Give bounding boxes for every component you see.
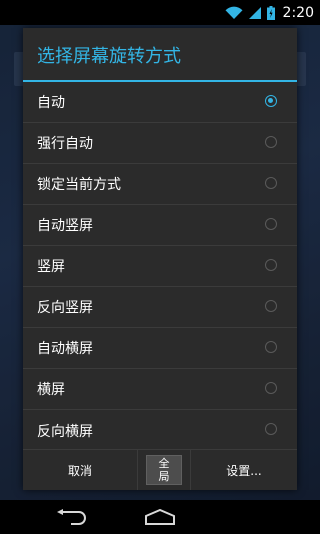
rotation-dialog: 选择屏幕旋转方式 自动 强行自动 锁定当前方式 自动竖屏 竖屏 反向竖屏 自动横…: [23, 28, 297, 490]
option-auto[interactable]: 自动: [23, 82, 297, 123]
option-lock-current[interactable]: 锁定当前方式: [23, 164, 297, 205]
radio-unchecked-icon[interactable]: [265, 382, 277, 394]
status-clock: 2:20: [282, 4, 314, 21]
global-button-label-line1: 全: [158, 457, 170, 470]
option-label: 反向横屏: [37, 423, 93, 440]
option-label: 自动竖屏: [37, 218, 93, 234]
signal-icon: [248, 6, 261, 19]
status-bar: 2:20: [0, 0, 320, 25]
option-portrait[interactable]: 竖屏: [23, 246, 297, 287]
wifi-icon: [225, 6, 243, 19]
option-reverse-portrait[interactable]: 反向竖屏: [23, 287, 297, 328]
option-reverse-landscape[interactable]: 反向横屏: [23, 410, 297, 451]
dialog-button-bar: 取消 全 局 设置...: [23, 449, 297, 490]
option-label: 锁定当前方式: [37, 177, 121, 193]
option-auto-portrait[interactable]: 自动竖屏: [23, 205, 297, 246]
option-label: 强行自动: [37, 136, 93, 152]
option-force-auto[interactable]: 强行自动: [23, 123, 297, 164]
navigation-bar: [0, 500, 320, 534]
home-icon[interactable]: [143, 509, 177, 525]
global-button-label-line2: 局: [158, 470, 170, 483]
rotation-options-list: 自动 强行自动 锁定当前方式 自动竖屏 竖屏 反向竖屏 自动横屏 横屏 反向横屏: [23, 82, 297, 451]
option-auto-landscape[interactable]: 自动横屏: [23, 328, 297, 369]
radio-unchecked-icon[interactable]: [265, 300, 277, 312]
option-label: 自动横屏: [37, 341, 93, 357]
option-label: 横屏: [37, 382, 65, 398]
option-label: 自动: [37, 95, 65, 111]
option-landscape[interactable]: 横屏: [23, 369, 297, 410]
radio-unchecked-icon[interactable]: [265, 341, 277, 353]
radio-unchecked-icon[interactable]: [265, 177, 277, 189]
option-label: 反向竖屏: [37, 300, 93, 316]
option-label: 竖屏: [37, 259, 65, 275]
cancel-button[interactable]: 取消: [23, 450, 138, 490]
back-icon[interactable]: [55, 509, 87, 525]
radio-unchecked-icon[interactable]: [265, 259, 277, 271]
battery-icon: [266, 5, 275, 20]
settings-button[interactable]: 设置...: [190, 450, 297, 490]
radio-checked-icon[interactable]: [265, 95, 277, 107]
radio-unchecked-icon[interactable]: [265, 218, 277, 230]
radio-unchecked-icon[interactable]: [265, 423, 277, 435]
dialog-title: 选择屏幕旋转方式: [37, 46, 181, 67]
radio-unchecked-icon[interactable]: [265, 136, 277, 148]
global-button[interactable]: 全 局: [146, 455, 182, 485]
